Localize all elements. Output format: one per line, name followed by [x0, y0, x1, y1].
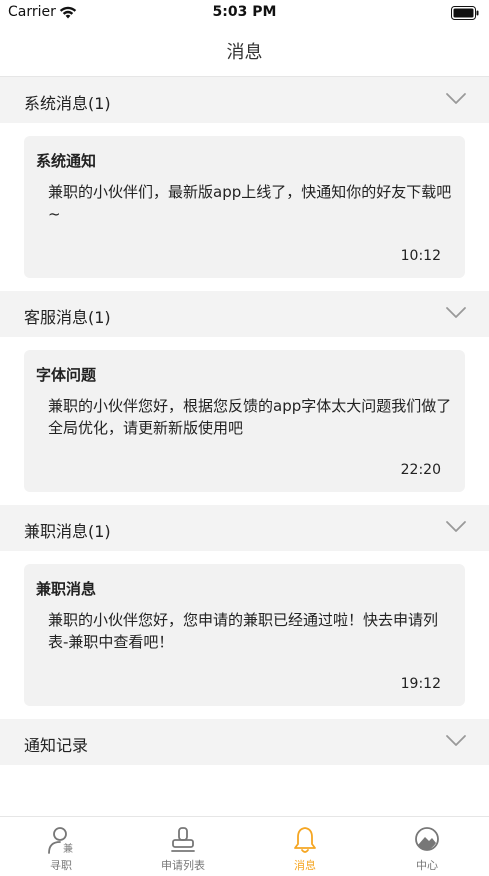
- section-title: 客服消息(1): [24, 308, 111, 327]
- message-time: 10:12: [400, 248, 441, 264]
- message-text: 兼职的小伙伴您好，您申请的兼职已经通过啦！快去申请列表-兼职中查看吧！: [48, 611, 439, 651]
- chevron-down-icon: [445, 519, 467, 538]
- section-header-system[interactable]: 系统消息(1): [0, 77, 489, 123]
- chevron-down-icon: [445, 733, 467, 752]
- tab-center[interactable]: 中心: [366, 817, 488, 876]
- section-title: 兼职消息(1): [24, 522, 111, 541]
- message-title: 字体问题: [36, 366, 97, 384]
- tab-label: 中心: [416, 859, 438, 872]
- section-title: 通知记录: [24, 736, 89, 755]
- section-body-service: 字体问题 兼职的小伙伴您好，根据您反馈的app字体太大问题我们做了全局优化，请更…: [0, 337, 489, 505]
- message-card[interactable]: 系统通知 兼职的小伙伴们，最新版app上线了，快通知你的好友下载吧~ 10:12: [24, 136, 465, 278]
- message-text: 兼职的小伙伴们，最新版app上线了，快通知你的好友下载吧~: [48, 183, 452, 223]
- section-header-service[interactable]: 客服消息(1): [0, 291, 489, 337]
- tab-label: 申请列表: [161, 859, 205, 872]
- svg-text:兼: 兼: [63, 842, 73, 855]
- message-list: 系统消息(1) 系统通知 兼职的小伙伴们，最新版app上线了，快通知你的好友下载…: [0, 77, 489, 765]
- status-bar: Carrier 5:03 PM: [0, 0, 489, 26]
- tab-label: 寻职: [50, 859, 72, 872]
- message-text: 兼职的小伙伴您好，根据您反馈的app字体太大问题我们做了全局优化，请更新新版使用…: [48, 397, 452, 437]
- tab-bar: 兼 寻职 申请列表 消息 中心: [0, 816, 489, 876]
- battery-icon: [451, 5, 479, 24]
- tab-application-list[interactable]: 申请列表: [122, 817, 244, 876]
- chevron-down-icon: [445, 91, 467, 110]
- stamp-icon: [122, 825, 244, 855]
- message-title: 系统通知: [36, 152, 97, 170]
- section-body-jobs: 兼职消息 兼职的小伙伴您好，您申请的兼职已经通过啦！快去申请列表-兼职中查看吧！…: [0, 551, 489, 719]
- message-time: 22:20: [400, 462, 441, 478]
- bell-icon: [244, 825, 366, 855]
- message-time: 19:12: [400, 676, 441, 692]
- page-title: 消息: [226, 42, 263, 63]
- navigation-bar: 消息: [0, 26, 489, 77]
- message-title: 兼职消息: [36, 580, 97, 598]
- tab-job-search[interactable]: 兼 寻职: [0, 817, 122, 876]
- section-header-notice-log[interactable]: 通知记录: [0, 719, 489, 765]
- status-time: 5:03 PM: [212, 4, 277, 20]
- section-header-jobs[interactable]: 兼职消息(1): [0, 505, 489, 551]
- mountain-circle-icon: [366, 825, 488, 855]
- section-body-system: 系统通知 兼职的小伙伴们，最新版app上线了，快通知你的好友下载吧~ 10:12: [0, 123, 489, 291]
- chevron-down-icon: [445, 305, 467, 324]
- tab-label: 消息: [294, 859, 316, 872]
- person-icon: 兼: [0, 825, 122, 855]
- message-card[interactable]: 字体问题 兼职的小伙伴您好，根据您反馈的app字体太大问题我们做了全局优化，请更…: [24, 350, 465, 492]
- message-card[interactable]: 兼职消息 兼职的小伙伴您好，您申请的兼职已经通过啦！快去申请列表-兼职中查看吧！…: [24, 564, 465, 706]
- tab-messages[interactable]: 消息: [244, 817, 366, 876]
- section-title: 系统消息(1): [24, 94, 111, 113]
